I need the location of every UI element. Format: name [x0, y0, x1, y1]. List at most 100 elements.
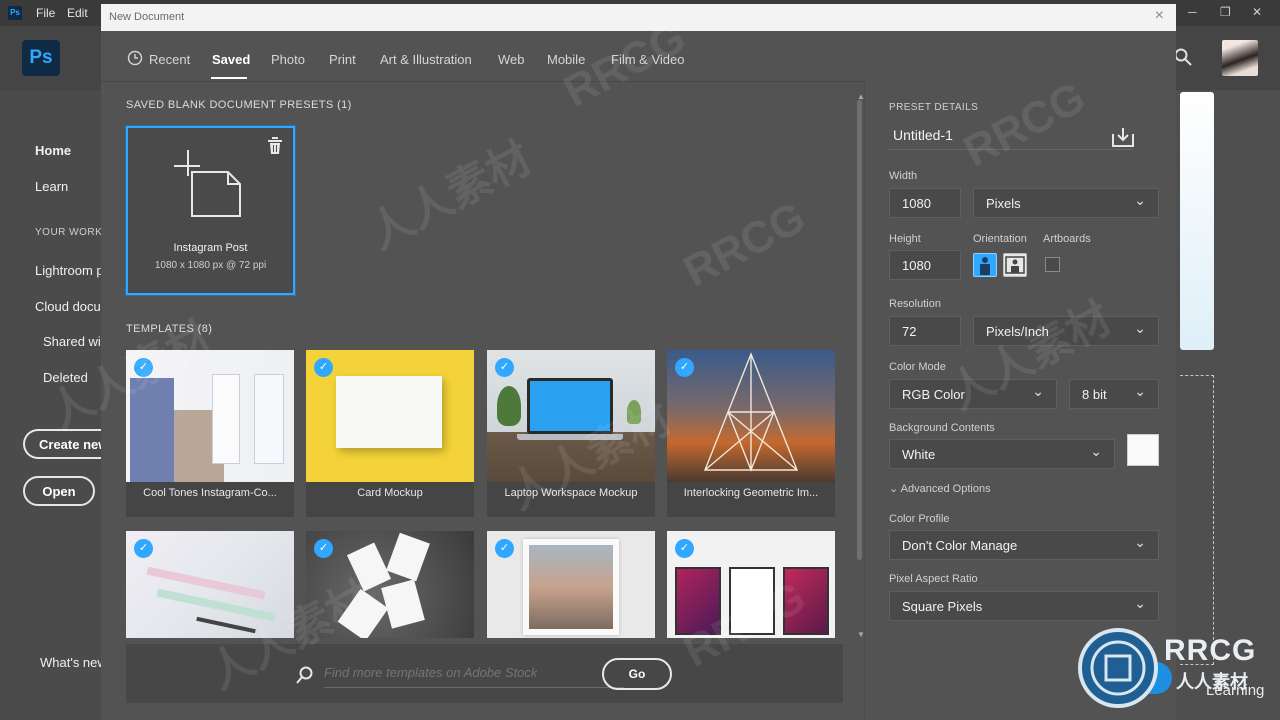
- background-contents-label: Background Contents: [889, 422, 995, 434]
- stock-search-bar: Go: [126, 644, 843, 703]
- menu-file[interactable]: File: [36, 6, 55, 20]
- search-icon: [296, 666, 313, 684]
- sidebar-your-work-heading: YOUR WORK: [35, 227, 101, 238]
- resolution-unit-dropdown[interactable]: Pixels/Inch: [973, 316, 1159, 346]
- artboards-checkbox[interactable]: [1045, 257, 1060, 272]
- create-new-button[interactable]: Create new: [23, 429, 113, 459]
- sidebar-shared[interactable]: Shared wit: [43, 334, 101, 349]
- orientation-label: Orientation: [973, 233, 1027, 245]
- template-card[interactable]: ✓ Card Mockup: [306, 350, 474, 517]
- new-document-dialog: New Document × Recent Saved Photo Print …: [101, 4, 1176, 720]
- rrcg-logo-text: RRCG: [1164, 634, 1257, 667]
- window-controls: ─ ❐ ✕: [1180, 0, 1280, 26]
- template-card[interactable]: ✓: [487, 531, 655, 638]
- advanced-options-label: Advanced Options: [900, 483, 991, 495]
- minimize-icon[interactable]: ─: [1188, 5, 1197, 19]
- tab-saved[interactable]: Saved: [212, 52, 250, 67]
- open-button[interactable]: Open: [23, 476, 95, 506]
- sidebar-learn[interactable]: Learn: [35, 179, 101, 194]
- drop-zone: [1180, 375, 1214, 665]
- tab-film-video[interactable]: Film & Video: [611, 52, 684, 67]
- rrcg-watermark-badge: RRCG 人人素材 Learning: [1076, 626, 1276, 718]
- template-card[interactable]: ✓: [667, 531, 835, 638]
- template-card[interactable]: ✓: [126, 531, 294, 638]
- tab-photo[interactable]: Photo: [271, 52, 305, 67]
- stock-search-input[interactable]: [324, 658, 624, 688]
- close-window-icon[interactable]: ✕: [1252, 5, 1262, 19]
- background-contents-dropdown[interactable]: White: [889, 439, 1115, 469]
- chevron-down-icon: ⌄: [889, 483, 899, 495]
- maximize-icon[interactable]: ❐: [1220, 5, 1231, 19]
- clock-icon: [127, 50, 143, 66]
- resolution-input[interactable]: 72: [889, 316, 961, 346]
- rrcg-logo-icon: [1078, 628, 1158, 708]
- sidebar-deleted[interactable]: Deleted: [43, 370, 101, 385]
- pixel-aspect-ratio-label: Pixel Aspect Ratio: [889, 573, 978, 585]
- menu-edit[interactable]: Edit: [67, 6, 88, 20]
- dialog-titlebar: New Document ×: [101, 4, 1176, 31]
- selected-check-icon: ✓: [495, 358, 514, 377]
- document-name-field[interactable]: Untitled-1: [889, 120, 1133, 150]
- bit-depth-dropdown[interactable]: 8 bit: [1069, 379, 1159, 409]
- go-button[interactable]: Go: [602, 658, 672, 690]
- save-preset-icon[interactable]: [1111, 126, 1135, 148]
- color-mode-dropdown[interactable]: RGB Color: [889, 379, 1057, 409]
- tab-mobile[interactable]: Mobile: [547, 52, 585, 67]
- template-card[interactable]: ✓ Cool Tones Instagram-Co...: [126, 350, 294, 517]
- selected-check-icon: ✓: [134, 358, 153, 377]
- dialog-title: New Document: [109, 11, 185, 23]
- pixel-aspect-ratio-dropdown[interactable]: Square Pixels: [889, 591, 1159, 621]
- geometric-artwork: [703, 352, 799, 472]
- preset-size: 1080 x 1080 px @ 72 ppi: [154, 260, 267, 271]
- saved-preset-card[interactable]: Instagram Post 1080 x 1080 px @ 72 ppi: [126, 126, 295, 295]
- templates-heading: TEMPLATES (8): [126, 323, 213, 335]
- scrollbar-thumb[interactable]: [857, 100, 862, 560]
- tab-print[interactable]: Print: [329, 52, 356, 67]
- artboards-label: Artboards: [1043, 233, 1091, 245]
- width-unit-dropdown[interactable]: Pixels: [973, 188, 1159, 218]
- dialog-close-icon[interactable]: ×: [1155, 7, 1164, 25]
- sidebar-cloud-documents[interactable]: Cloud docu: [35, 299, 101, 314]
- portrait-orientation-icon[interactable]: [973, 253, 997, 277]
- background-color-swatch[interactable]: [1127, 434, 1159, 466]
- selected-check-icon: ✓: [314, 358, 333, 377]
- active-tab-indicator: [211, 77, 247, 79]
- template-label: Cool Tones Instagram-Co...: [143, 487, 277, 499]
- sidebar-home[interactable]: Home: [35, 143, 101, 158]
- user-avatar[interactable]: [1222, 40, 1258, 76]
- height-label: Height: [889, 233, 921, 245]
- landscape-orientation-icon[interactable]: [1003, 253, 1027, 277]
- tab-recent[interactable]: Recent: [149, 52, 190, 67]
- template-card[interactable]: ✓ Interlocking Geometric Im...: [667, 350, 835, 517]
- preset-tabs: Recent Saved Photo Print Art & Illustrat…: [101, 31, 864, 82]
- preset-name: Instagram Post: [173, 242, 248, 254]
- trash-icon[interactable]: [267, 137, 283, 154]
- resolution-label: Resolution: [889, 298, 941, 310]
- template-label: Card Mockup: [357, 487, 423, 499]
- selected-check-icon: ✓: [675, 539, 694, 558]
- width-input[interactable]: 1080: [889, 188, 961, 218]
- search-icon[interactable]: [1174, 48, 1192, 66]
- template-label: Interlocking Geometric Im...: [683, 487, 819, 499]
- blank-document-icon: [174, 150, 241, 217]
- selected-check-icon: ✓: [134, 539, 153, 558]
- tab-web[interactable]: Web: [498, 52, 525, 67]
- color-mode-label: Color Mode: [889, 361, 946, 373]
- selected-check-icon: ✓: [675, 358, 694, 377]
- advanced-options-toggle[interactable]: ⌄ Advanced Options: [889, 482, 991, 495]
- template-card[interactable]: ✓: [306, 531, 474, 638]
- tab-art-illustration[interactable]: Art & Illustration: [380, 52, 472, 67]
- color-profile-dropdown[interactable]: Don't Color Manage: [889, 530, 1159, 560]
- preset-details-panel: PRESET DETAILS Untitled-1 Width 1080 Pix…: [864, 82, 1176, 720]
- color-profile-label: Color Profile: [889, 513, 950, 525]
- sidebar-whats-new[interactable]: What's new: [40, 655, 101, 670]
- template-label: Laptop Workspace Mockup: [504, 487, 638, 499]
- template-card[interactable]: ✓ Laptop Workspace Mockup: [487, 350, 655, 517]
- width-label: Width: [889, 170, 918, 182]
- recent-file-thumbnail[interactable]: [1180, 92, 1214, 350]
- height-input[interactable]: 1080: [889, 250, 961, 280]
- saved-presets-heading: SAVED BLANK DOCUMENT PRESETS (1): [126, 99, 352, 111]
- sidebar-lightroom[interactable]: Lightroom p: [35, 263, 101, 278]
- photoshop-logo: Ps: [22, 40, 60, 76]
- selected-check-icon: ✓: [495, 539, 514, 558]
